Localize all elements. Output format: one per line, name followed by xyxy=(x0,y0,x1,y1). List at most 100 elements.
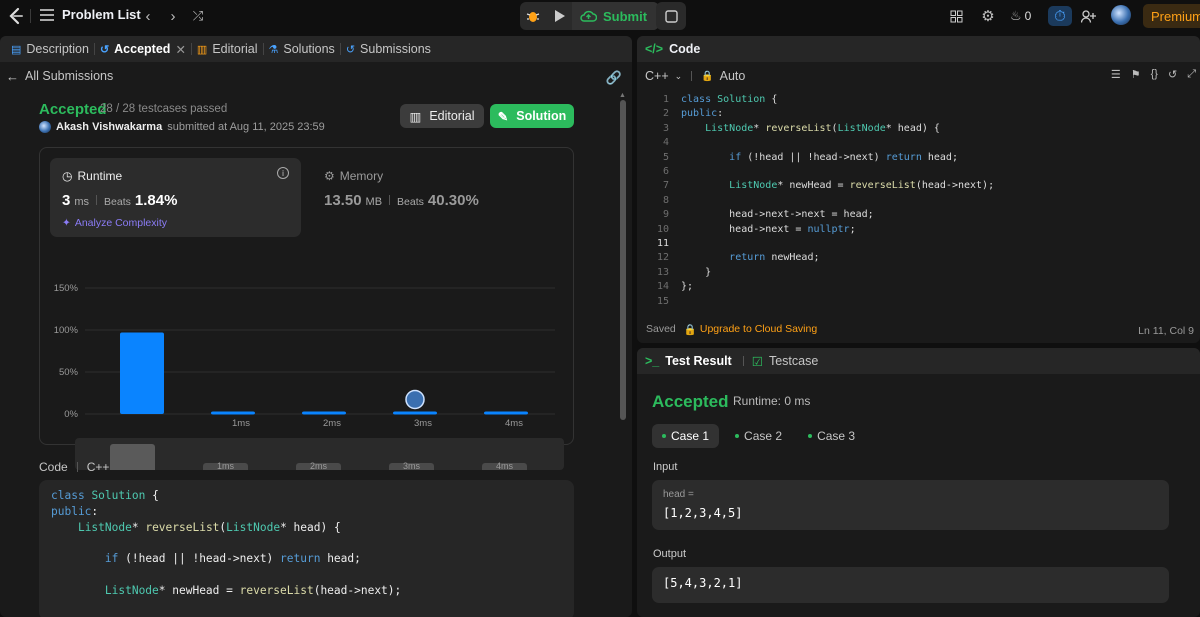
user-avatar[interactable] xyxy=(1111,5,1131,25)
gear-icon[interactable]: ⚙ xyxy=(978,6,998,26)
editor-line[interactable]: } xyxy=(681,267,711,278)
author-avatar[interactable] xyxy=(39,121,51,133)
scroll-up-icon[interactable]: ▲ xyxy=(619,92,626,99)
runtime-distribution-chart[interactable]: 150% 100% 50% 0% 1ms 2ms 3ms 4ms xyxy=(40,238,573,438)
editor-line[interactable]: }; xyxy=(681,281,693,292)
submit-label: Submit xyxy=(603,8,648,24)
runtime-title: ◷ Runtime xyxy=(62,169,122,183)
editor-line[interactable]: ListNode* reverseList(ListNode* head) { xyxy=(681,123,940,134)
testcases-passed: 28 / 28 testcases passed xyxy=(100,103,228,115)
mini-bar xyxy=(110,444,155,470)
output-box[interactable]: [5,4,3,2,1] xyxy=(652,567,1169,603)
author-name[interactable]: Akash Vishwakarma xyxy=(56,121,162,133)
left-scrollbar[interactable] xyxy=(620,100,626,420)
reset-icon[interactable]: ↺ xyxy=(1168,68,1177,81)
case-label: Case 1 xyxy=(671,429,710,443)
code-editor[interactable]: 1 class Solution {2 public: 3 ListNode* rev… xyxy=(637,94,1200,307)
premium-button[interactable]: Premium xyxy=(1143,4,1200,28)
your-submission-avatar[interactable] xyxy=(405,389,425,410)
line-number: 7 xyxy=(662,180,669,192)
run-button[interactable] xyxy=(546,2,572,30)
solution-button[interactable]: ✎ Solution xyxy=(490,104,574,128)
code-label: Code xyxy=(39,460,68,474)
tab-test-result[interactable]: >_ Test Result xyxy=(645,354,740,368)
editorial-button[interactable]: ▥ Editorial xyxy=(400,104,484,128)
tab-description[interactable]: ▤ Description xyxy=(6,36,94,62)
close-icon[interactable]: ✕ xyxy=(175,42,185,57)
editor-line[interactable]: return newHead; xyxy=(681,252,819,263)
case-tab[interactable]: Case 3 xyxy=(798,424,865,448)
chart-range-scrubber[interactable]: 1ms 2ms 3ms 4ms xyxy=(75,438,564,471)
language-select[interactable]: C++ xyxy=(645,69,669,83)
chart-bar[interactable] xyxy=(120,332,164,414)
description-icon: ▤ xyxy=(11,43,22,56)
chart-bar[interactable] xyxy=(302,411,346,415)
chart-bar[interactable] xyxy=(484,411,528,415)
runtime-beats: 1.84% xyxy=(134,192,178,209)
share-link-icon[interactable]: 🔗 xyxy=(606,70,622,86)
editor-line[interactable]: head->next->next = head; xyxy=(681,209,874,220)
divider xyxy=(389,195,391,205)
tab-editorial[interactable]: ▥ Editorial xyxy=(192,36,263,62)
case-tab[interactable]: Case 1 xyxy=(652,424,720,448)
tab-solutions[interactable]: ⚗ Solutions xyxy=(264,36,340,62)
input-box[interactable]: head = [1,2,3,4,5] xyxy=(652,480,1169,530)
scrubber-label: 1ms xyxy=(203,462,248,471)
line-number: 3 xyxy=(662,122,669,134)
clock-icon: ◷ xyxy=(62,169,73,183)
problem-list-link[interactable]: Problem List xyxy=(40,7,141,22)
submit-button[interactable]: Submit xyxy=(572,2,660,30)
terminal-icon: >_ xyxy=(645,354,660,368)
timer-icon[interactable]: ⏱ xyxy=(1048,6,1072,26)
submitted-code[interactable]: class Solution { public: ListNode* rever… xyxy=(39,480,574,617)
editor-line[interactable]: head->next = nullptr; xyxy=(681,224,855,235)
braces-icon[interactable]: {} xyxy=(1151,68,1158,81)
bookmark-icon[interactable]: ⚑ xyxy=(1131,68,1141,81)
chart-bar[interactable] xyxy=(211,411,255,415)
streak-counter[interactable]: ♨ 0 xyxy=(1010,6,1042,26)
next-problem-icon[interactable]: › xyxy=(163,6,183,26)
info-icon[interactable]: i xyxy=(277,167,289,179)
tab-accepted[interactable]: ↺ Accepted ✕ xyxy=(95,36,191,62)
line-number: 14 xyxy=(656,281,669,293)
y-tick-label: 100% xyxy=(54,325,79,336)
layout-icon[interactable] xyxy=(946,6,966,26)
editor-line[interactable]: if (!head || !head->next) return head; xyxy=(681,152,958,163)
upgrade-link[interactable]: 🔒 Upgrade to Cloud Saving xyxy=(684,323,817,336)
input-label: Input xyxy=(653,461,678,473)
runtime-card[interactable]: ◷ Runtime i 3 ms Beats 1.84% ✦ Analyze C… xyxy=(50,158,301,237)
all-submissions-link[interactable]: ← All Submissions xyxy=(0,64,632,88)
run-submit-bar: Submit xyxy=(520,2,660,30)
code-section-header: Code C++ xyxy=(39,460,109,474)
divider xyxy=(30,9,31,23)
add-friend-icon[interactable] xyxy=(1078,6,1098,26)
x-tick-label: 1ms xyxy=(232,418,250,429)
history-icon: ↺ xyxy=(99,43,110,56)
case-tab[interactable]: Case 2 xyxy=(725,424,792,448)
leetcode-logo[interactable] xyxy=(6,6,26,26)
note-icon xyxy=(664,9,678,23)
editor-line[interactable]: class Solution { xyxy=(681,94,777,105)
editor-line[interactable]: ListNode* newHead = reverseList(head->ne… xyxy=(681,180,994,191)
memory-tab[interactable]: ⚙ Memory xyxy=(324,169,383,183)
edit-icon: ✎ xyxy=(497,109,509,124)
expand-icon[interactable]: ⤢ xyxy=(1187,68,1196,81)
mode-label[interactable]: Auto xyxy=(720,69,746,83)
analyze-complexity-link[interactable]: ✦ Analyze Complexity xyxy=(62,217,167,229)
chart-bar[interactable] xyxy=(393,411,437,415)
shuffle-icon[interactable]: ⤮ xyxy=(188,6,208,26)
scrubber-label: 2ms xyxy=(296,462,341,471)
chevron-down-icon[interactable]: ⌄ xyxy=(675,71,683,82)
prev-problem-icon[interactable]: ‹ xyxy=(138,6,158,26)
tab-submissions[interactable]: ↺ Submissions xyxy=(341,36,436,62)
case-label: Case 2 xyxy=(744,429,783,443)
debug-button[interactable] xyxy=(520,2,546,30)
chip-icon: ⚙ xyxy=(324,169,335,183)
format-icon[interactable]: ☰ xyxy=(1111,68,1121,81)
tab-testcase[interactable]: ☑ Testcase xyxy=(752,354,827,369)
test-status: Accepted xyxy=(652,392,729,411)
arrow-left-icon: ← xyxy=(6,68,19,84)
analyze-label: Analyze Complexity xyxy=(74,217,168,229)
notes-button[interactable] xyxy=(656,2,686,30)
editor-line[interactable]: public: xyxy=(681,108,723,119)
